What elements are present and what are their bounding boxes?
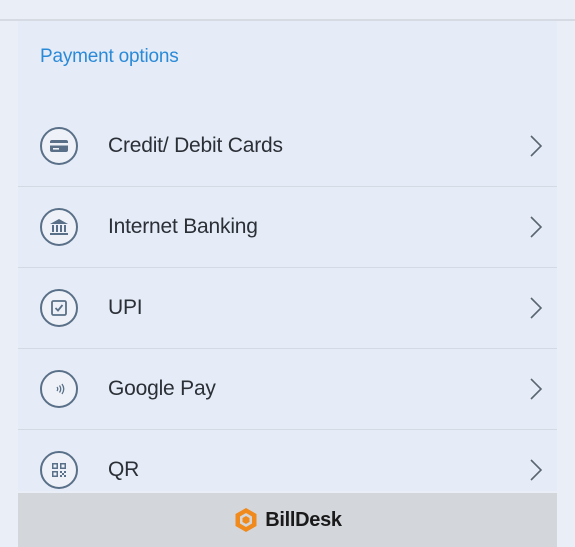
credit-card-icon [40,127,78,165]
billdesk-logo-icon [235,508,257,532]
payment-options-list: Credit/ Debit Cards Internet Banking UPI… [18,106,557,510]
option-label: QR [108,458,140,481]
contactless-icon [40,370,78,408]
payment-options-panel: Payment options Credit/ Debit Cards Inte… [18,21,557,491]
section-title: Payment options [40,46,179,67]
option-google-pay[interactable]: Google Pay [18,348,557,429]
option-label: Credit/ Debit Cards [108,134,283,157]
chevron-right-icon [530,135,543,157]
chevron-right-icon [530,378,543,400]
chevron-right-icon [530,216,543,238]
option-credit-debit-cards[interactable]: Credit/ Debit Cards [18,106,557,186]
top-strip [0,0,575,21]
bank-icon [40,208,78,246]
option-internet-banking[interactable]: Internet Banking [18,186,557,267]
option-upi[interactable]: UPI [18,267,557,348]
upi-icon [40,289,78,327]
option-label: UPI [108,296,143,319]
footer-branding: BillDesk [18,493,557,547]
option-label: Internet Banking [108,215,258,238]
brand-name: BillDesk [265,508,342,531]
chevron-right-icon [530,459,543,481]
qr-code-icon [40,451,78,489]
option-label: Google Pay [108,377,216,400]
chevron-right-icon [530,297,543,319]
